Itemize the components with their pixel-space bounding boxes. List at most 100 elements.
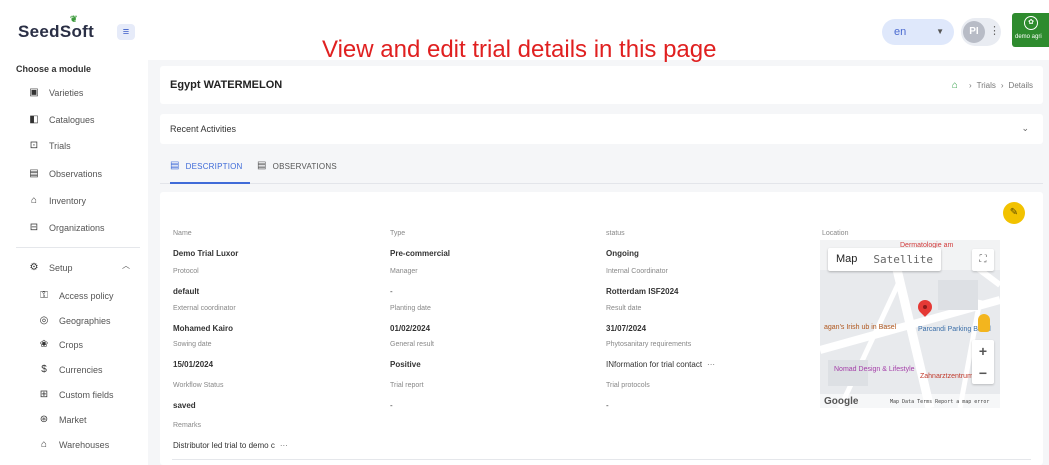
more-horizontal-icon[interactable]: ··· <box>280 441 288 450</box>
sidebar-item-varieties[interactable]: ▣ Varieties <box>28 84 83 102</box>
geographies-icon: ◎ <box>39 315 49 326</box>
field-type: Type Pre-commercial <box>390 230 590 261</box>
more-horizontal-icon[interactable]: ··· <box>707 360 715 369</box>
top-header: SeedSoft ❦ ≡ View and edit trial details… <box>0 0 1049 63</box>
custom-fields-icon: ⊞ <box>39 389 49 400</box>
map-type-map[interactable]: Map <box>828 248 865 271</box>
home-icon[interactable]: ⌂ <box>952 80 958 91</box>
breadcrumb-trials[interactable]: Trials <box>977 81 996 90</box>
sidebar-item-label: Organizations <box>49 223 105 233</box>
field-label: External coordinator <box>173 305 236 312</box>
access-policy-icon: ⚿ <box>40 290 48 301</box>
sidebar-item-catalogues[interactable]: ◧ Catalogues <box>28 111 95 129</box>
field-label: Workflow Status <box>173 382 224 389</box>
field-label: status <box>606 230 625 237</box>
trials-icon: ⊡ <box>29 140 39 151</box>
field-internal-coordinator: Internal Coordinator Rotterdam ISF2024 <box>606 268 806 299</box>
pencil-icon: ✎ <box>1009 207 1019 218</box>
recent-activities-title: Recent Activities <box>170 124 237 134</box>
street-view-pegman-icon[interactable] <box>978 314 990 332</box>
tab-label: OBSERVATIONS <box>272 162 337 171</box>
field-label: Name <box>173 230 192 237</box>
tab-observations[interactable]: ▤ OBSERVATIONS <box>257 160 337 184</box>
field-label: Phytosanitary requirements <box>606 341 692 348</box>
field-value: - <box>606 401 609 410</box>
field-value: Distributor led trial to demo c <box>173 441 275 450</box>
organization-name: demo agri <box>1015 34 1042 40</box>
page-title-card: Egypt WATERMELON ⌂ › Trials › Details <box>160 66 1043 104</box>
field-value: saved <box>173 401 196 410</box>
sidebar-item-observations[interactable]: ▤ Observations <box>28 165 102 183</box>
field-label: Sowing date <box>173 341 212 348</box>
sidebar-item-custom-fields[interactable]: ⊞ Custom fields <box>38 386 114 404</box>
field-value: default <box>173 287 200 296</box>
sidebar-item-crops[interactable]: ❀ Crops <box>38 336 83 354</box>
field-value: Demo Trial Luxor <box>173 249 239 258</box>
menu-toggle-button[interactable]: ≡ <box>117 24 135 40</box>
sidebar-title: Choose a module <box>16 64 92 74</box>
observations-icon: ▤ <box>257 160 267 171</box>
field-label: Type <box>390 230 406 237</box>
field-sowing-date: Sowing date 15/01/2024 <box>173 341 373 372</box>
recent-activities-panel[interactable]: Recent Activities ⌄ <box>160 114 1043 144</box>
field-value: Mohamed Kairo <box>173 324 234 333</box>
field-name: Name Demo Trial Luxor <box>173 230 373 261</box>
field-value: 31/07/2024 <box>606 324 647 333</box>
map-attribution[interactable]: Map Data Terms Report a map error <box>890 399 989 405</box>
detail-tabs: ▤ DESCRIPTION ▤ OBSERVATIONS <box>160 156 1043 184</box>
sidebar-item-label: Observations <box>49 169 103 179</box>
chevron-down-icon[interactable]: ⌄ <box>1021 123 1029 134</box>
breadcrumb-separator-icon: › <box>1000 81 1004 90</box>
organizations-icon: ⊟ <box>29 222 39 233</box>
tab-description[interactable]: ▤ DESCRIPTION <box>170 160 250 184</box>
sidebar-item-inventory[interactable]: ⌂ Inventory <box>28 192 86 210</box>
field-trial-protocols: Trial protocols - <box>606 382 806 413</box>
chevron-up-icon[interactable]: ︿ <box>122 260 130 271</box>
map-type-toggle[interactable]: Map Satellite <box>828 248 942 271</box>
sidebar-item-label: Varieties <box>49 88 84 98</box>
field-protocol: Protocol default <box>173 268 373 299</box>
sidebar-item-trials[interactable]: ⊡ Trials <box>28 137 71 155</box>
language-select[interactable]: en ▼ <box>882 19 954 45</box>
sidebar-item-organizations[interactable]: ⊟ Organizations <box>28 219 105 237</box>
sidebar-item-label: Catalogues <box>49 115 95 125</box>
google-logo: Google <box>824 396 859 407</box>
field-value: - <box>390 401 393 410</box>
more-vertical-icon[interactable]: ⋮ <box>989 24 1000 37</box>
seedsoft-logo[interactable]: SeedSoft ❦ <box>18 14 94 42</box>
sidebar-item-geographies[interactable]: ◎ Geographies <box>38 312 111 330</box>
fullscreen-icon[interactable]: ⛶ <box>972 249 994 271</box>
currencies-icon: $ <box>41 364 47 375</box>
zoom-in-icon[interactable]: + <box>972 340 994 362</box>
page-title: Egypt WATERMELON <box>170 79 283 91</box>
sidebar-item-label: Custom fields <box>59 390 114 400</box>
field-label: Trial protocols <box>606 382 650 389</box>
sidebar: Choose a module ▣ Varieties ◧ Catalogues… <box>0 60 148 465</box>
field-manager: Manager - <box>390 268 590 299</box>
user-menu[interactable]: PI ⋮ <box>961 18 1001 46</box>
field-label: Planting date <box>390 305 431 312</box>
description-icon: ▤ <box>170 160 180 171</box>
map-place-label: agan's Irish ub in Basel <box>824 324 897 331</box>
warehouses-icon: ⌂ <box>40 439 48 450</box>
sidebar-item-currencies[interactable]: $ Currencies <box>38 361 102 379</box>
location-map[interactable]: Dermatologie am Map Satellite ⛶ agan's I… <box>820 240 1000 408</box>
sidebar-item-access-policy[interactable]: ⚿ Access policy <box>38 287 113 305</box>
sidebar-item-label: Geographies <box>59 316 111 326</box>
map-type-satellite[interactable]: Satellite <box>865 248 941 271</box>
zoom-out-icon[interactable]: − <box>972 362 994 384</box>
language-value: en <box>894 26 907 38</box>
field-label: Internal Coordinator <box>606 268 668 275</box>
organization-switcher[interactable]: ✿ demo agri <box>1012 13 1049 47</box>
sidebar-item-market[interactable]: ⊛ Market <box>38 411 87 429</box>
sidebar-item-warehouses[interactable]: ⌂ Warehouses <box>38 436 109 454</box>
sidebar-item-setup[interactable]: ⚙ Setup <box>28 259 73 277</box>
edit-button[interactable]: ✎ <box>1003 202 1025 224</box>
sidebar-item-label: Inventory <box>49 196 87 206</box>
breadcrumb-separator-icon: › <box>968 81 972 90</box>
field-label: Manager <box>390 268 418 275</box>
field-label: Result date <box>606 305 642 312</box>
avatar[interactable]: PI <box>963 21 985 43</box>
field-value: Rotterdam ISF2024 <box>606 287 679 296</box>
field-general-result: General result Positive <box>390 341 590 372</box>
